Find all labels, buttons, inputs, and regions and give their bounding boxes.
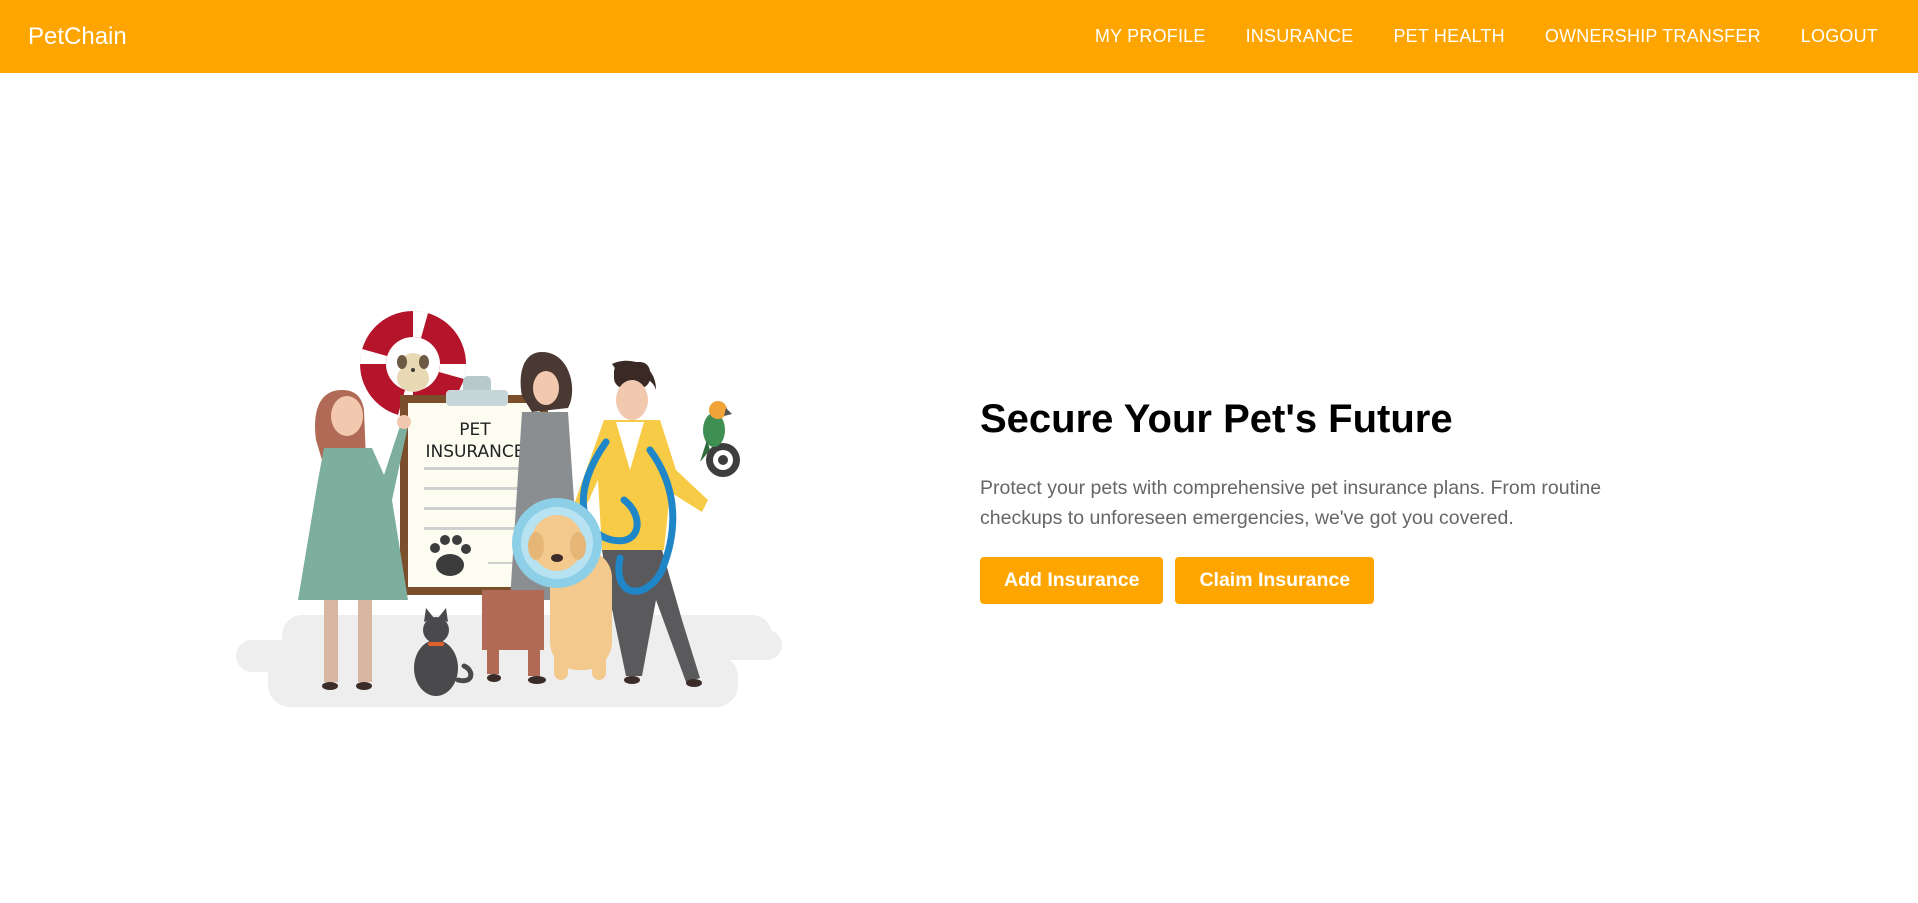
- hero-buttons: Add Insurance Claim Insurance: [980, 557, 1620, 604]
- nav-link-pet-health[interactable]: PET HEALTH: [1393, 26, 1504, 47]
- nav-link-logout[interactable]: LOGOUT: [1801, 26, 1878, 47]
- claim-insurance-button[interactable]: Claim Insurance: [1175, 557, 1375, 604]
- top-navbar: PetChain MY PROFILE INSURANCE PET HEALTH…: [0, 0, 1918, 73]
- brand-logo-link[interactable]: PetChain: [28, 23, 127, 51]
- nav-links: MY PROFILE INSURANCE PET HEALTH OWNERSHI…: [1095, 26, 1878, 47]
- nav-link-insurance[interactable]: INSURANCE: [1246, 26, 1354, 47]
- add-insurance-button[interactable]: Add Insurance: [980, 557, 1164, 604]
- nav-link-ownership-transfer[interactable]: OWNERSHIP TRANSFER: [1545, 26, 1761, 47]
- hero-section: Secure Your Pet's Future Protect your pe…: [980, 395, 1620, 604]
- nav-link-my-profile[interactable]: MY PROFILE: [1095, 26, 1206, 47]
- illustration-svg: PET INSURANCE: [236, 310, 782, 707]
- hero-description: Protect your pets with comprehensive pet…: [980, 477, 1602, 529]
- clipboard-title-line1: PET: [459, 420, 491, 440]
- clipboard-title-line2: INSURANCE: [425, 442, 524, 462]
- hero-title: Secure Your Pet's Future: [980, 397, 1453, 441]
- pet-insurance-illustration: PET INSURANCE: [232, 300, 784, 710]
